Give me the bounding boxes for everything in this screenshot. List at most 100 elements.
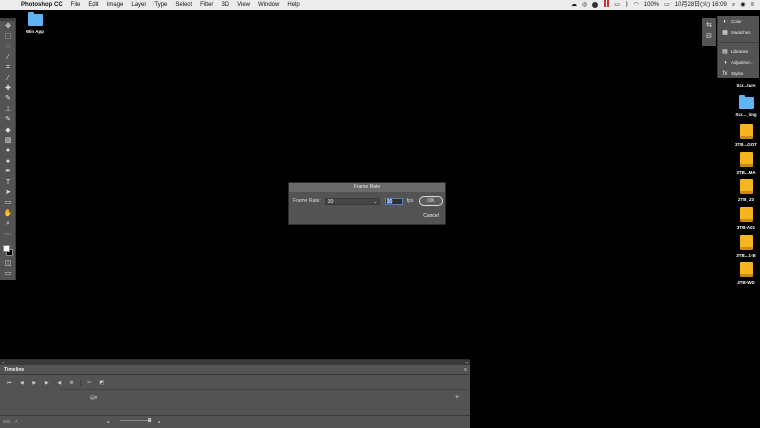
brush-tool-icon[interactable]: ✎	[0, 94, 16, 104]
menu-window[interactable]: Window	[258, 0, 279, 10]
desktop-icon-screenshot-img[interactable]: Scr..._img	[729, 95, 760, 117]
render-icon[interactable]: ↗	[14, 419, 18, 425]
quick-mask-icon[interactable]: ◫	[0, 258, 16, 268]
menu-layer[interactable]: Layer	[131, 0, 146, 10]
rectangle-tool-icon[interactable]: ▭	[0, 198, 16, 208]
screen-mode-icon[interactable]: ▭	[0, 268, 16, 278]
wifi-icon[interactable]: ◠	[634, 0, 639, 10]
menu-filter[interactable]: Filter	[200, 0, 213, 10]
pen-tool-icon[interactable]: ✒	[0, 166, 16, 176]
eraser-tool-icon[interactable]: ◆	[0, 125, 16, 135]
panel-menu-icon[interactable]: ≡	[464, 367, 467, 373]
display-icon[interactable]: ▭	[614, 0, 620, 10]
history-brush-tool-icon[interactable]: ✎	[0, 115, 16, 125]
timeline-footer: 000 ↗ ▲ ▲	[0, 415, 470, 428]
lasso-tool-icon[interactable]: ◌	[0, 42, 16, 52]
eyedropper-tool-icon[interactable]: ⁄	[0, 73, 16, 83]
panel-styles[interactable]: fx Styles	[718, 68, 759, 79]
frame-rate-label: Frame Rate:	[293, 198, 321, 204]
zoom-out-icon[interactable]: ▲	[106, 419, 110, 424]
properties-panel-icon[interactable]: ⊟	[702, 32, 716, 40]
panel-adjustments[interactable]: ◑ Adjustme...	[718, 57, 759, 68]
frame-rate-input[interactable]: 30	[384, 197, 403, 205]
hand-tool-icon[interactable]: ✋	[0, 208, 16, 218]
menu-3d[interactable]: 3D	[221, 0, 229, 10]
zoom-tool-icon[interactable]: ⌕	[0, 218, 16, 228]
chevron-down-icon: ⌄	[373, 198, 377, 204]
add-media-icon[interactable]: +	[455, 394, 459, 401]
desktop-icon-drive-wd[interactable]: 4TB-WD	[729, 262, 760, 285]
first-frame-icon[interactable]: ⏮	[3, 380, 16, 386]
drive-icon	[739, 152, 753, 167]
desktop-icon-drive-ma[interactable]: 3TB...MA	[729, 152, 760, 175]
split-icon[interactable]: ✂	[83, 380, 96, 386]
status-red-bars-icon[interactable]	[603, 0, 610, 11]
zoom-slider-handle[interactable]	[148, 418, 151, 422]
menu-file[interactable]: File	[71, 0, 81, 10]
desktop-icon-screenshot-capture[interactable]: Scr...ture	[729, 80, 760, 88]
collapse-icon[interactable]: «	[466, 360, 468, 365]
crop-tool-icon[interactable]: ⌗	[0, 63, 16, 73]
siri-icon[interactable]: ◉	[740, 0, 745, 10]
next-frame-icon[interactable]: ▶	[41, 380, 54, 386]
desktop-icon-drive-a01[interactable]: 3TB-A01	[729, 207, 760, 230]
play-icon[interactable]: ▶	[28, 380, 41, 386]
panel-libraries[interactable]: ▤ Libraries	[718, 46, 759, 57]
quick-select-tool-icon[interactable]: ⁄	[0, 52, 16, 62]
panel-label: Adjustme...	[731, 60, 754, 65]
desktop-icon-label: 4TB-WD	[737, 280, 755, 285]
healing-brush-tool-icon[interactable]: ✚	[0, 83, 16, 93]
marquee-tool-icon[interactable]: ⬚	[0, 31, 16, 41]
desktop-icon-label: 3TB...MA	[736, 170, 756, 175]
create-video-timeline-icon[interactable]: ▤▾	[90, 395, 97, 401]
desktop-icon-drive-got[interactable]: 3TB...GOT	[729, 124, 760, 147]
foreground-color-swatch[interactable]	[3, 245, 10, 252]
close-icon[interactable]: ×	[2, 360, 4, 365]
drive-icon	[739, 235, 753, 250]
menu-type[interactable]: Type	[154, 0, 167, 10]
menu-select[interactable]: Select	[175, 0, 192, 10]
bluetooth-icon[interactable]: ᛒ	[625, 0, 629, 10]
tab-timeline[interactable]: Timeline	[0, 367, 24, 373]
control-divider	[80, 380, 81, 386]
history-panel-icon[interactable]: ⇆	[702, 21, 716, 29]
menu-view[interactable]: View	[237, 0, 250, 10]
spotlight-icon[interactable]: ⌕	[732, 0, 735, 10]
clock[interactable]: 10月28日(火) 16:09	[675, 0, 727, 10]
more-tools-icon[interactable]: ⋯	[0, 229, 16, 239]
menu-help[interactable]: Help	[287, 0, 299, 10]
cloud-icon[interactable]: ☁	[571, 0, 577, 10]
menu-edit[interactable]: Edit	[88, 0, 98, 10]
tools-panel: ✥ ⬚ ◌ ⁄ ⌗ ⁄ ✚ ✎ ⊥ ✎ ◆ ▧ ● ● ✒ T ➤ ▭ ✋ ⌕ …	[0, 18, 16, 280]
desktop-icon-label: Win App	[25, 29, 45, 34]
sync-icon[interactable]: ◎	[582, 0, 587, 10]
menu-image[interactable]: Image	[107, 0, 124, 10]
cancel-button[interactable]: Cancel	[419, 211, 443, 221]
frame-rate-select[interactable]: 30 ⌄	[324, 197, 380, 205]
zoom-in-icon[interactable]: ▲	[157, 419, 161, 424]
desktop-icon-win-app[interactable]: Win App	[18, 12, 52, 34]
ok-button[interactable]: OK	[419, 196, 443, 206]
clone-stamp-tool-icon[interactable]: ⊥	[0, 104, 16, 114]
audio-icon[interactable]: ◀	[53, 380, 66, 386]
panel-color[interactable]: ◐ Color	[718, 16, 759, 27]
drive-icon	[739, 262, 753, 277]
settings-icon[interactable]: ⚙	[66, 380, 79, 386]
desktop-icon-drive-23[interactable]: 2TB_23	[729, 179, 760, 202]
dodge-tool-icon[interactable]: ●	[0, 156, 16, 166]
record-icon[interactable]	[592, 2, 599, 8]
type-tool-icon[interactable]: T	[0, 177, 16, 187]
previous-frame-icon[interactable]: ◀	[16, 380, 29, 386]
notification-center-icon[interactable]: ≡	[750, 0, 754, 10]
path-selection-tool-icon[interactable]: ➤	[0, 187, 16, 197]
move-tool-icon[interactable]: ✥	[0, 21, 16, 31]
timeline-ruler[interactable]	[60, 389, 470, 390]
desktop-icon-drive-1b[interactable]: 3TB...1-B	[729, 235, 760, 258]
battery-icon[interactable]: ▭	[664, 0, 670, 10]
transition-icon[interactable]: ◩	[96, 380, 109, 386]
menu-app-name[interactable]: Photoshop CC	[21, 0, 63, 10]
panel-swatches[interactable]: ▦ Swatches	[718, 27, 759, 38]
gradient-tool-icon[interactable]: ▧	[0, 135, 16, 145]
blur-tool-icon[interactable]: ●	[0, 146, 16, 156]
adjustments-icon: ◑	[723, 59, 727, 66]
